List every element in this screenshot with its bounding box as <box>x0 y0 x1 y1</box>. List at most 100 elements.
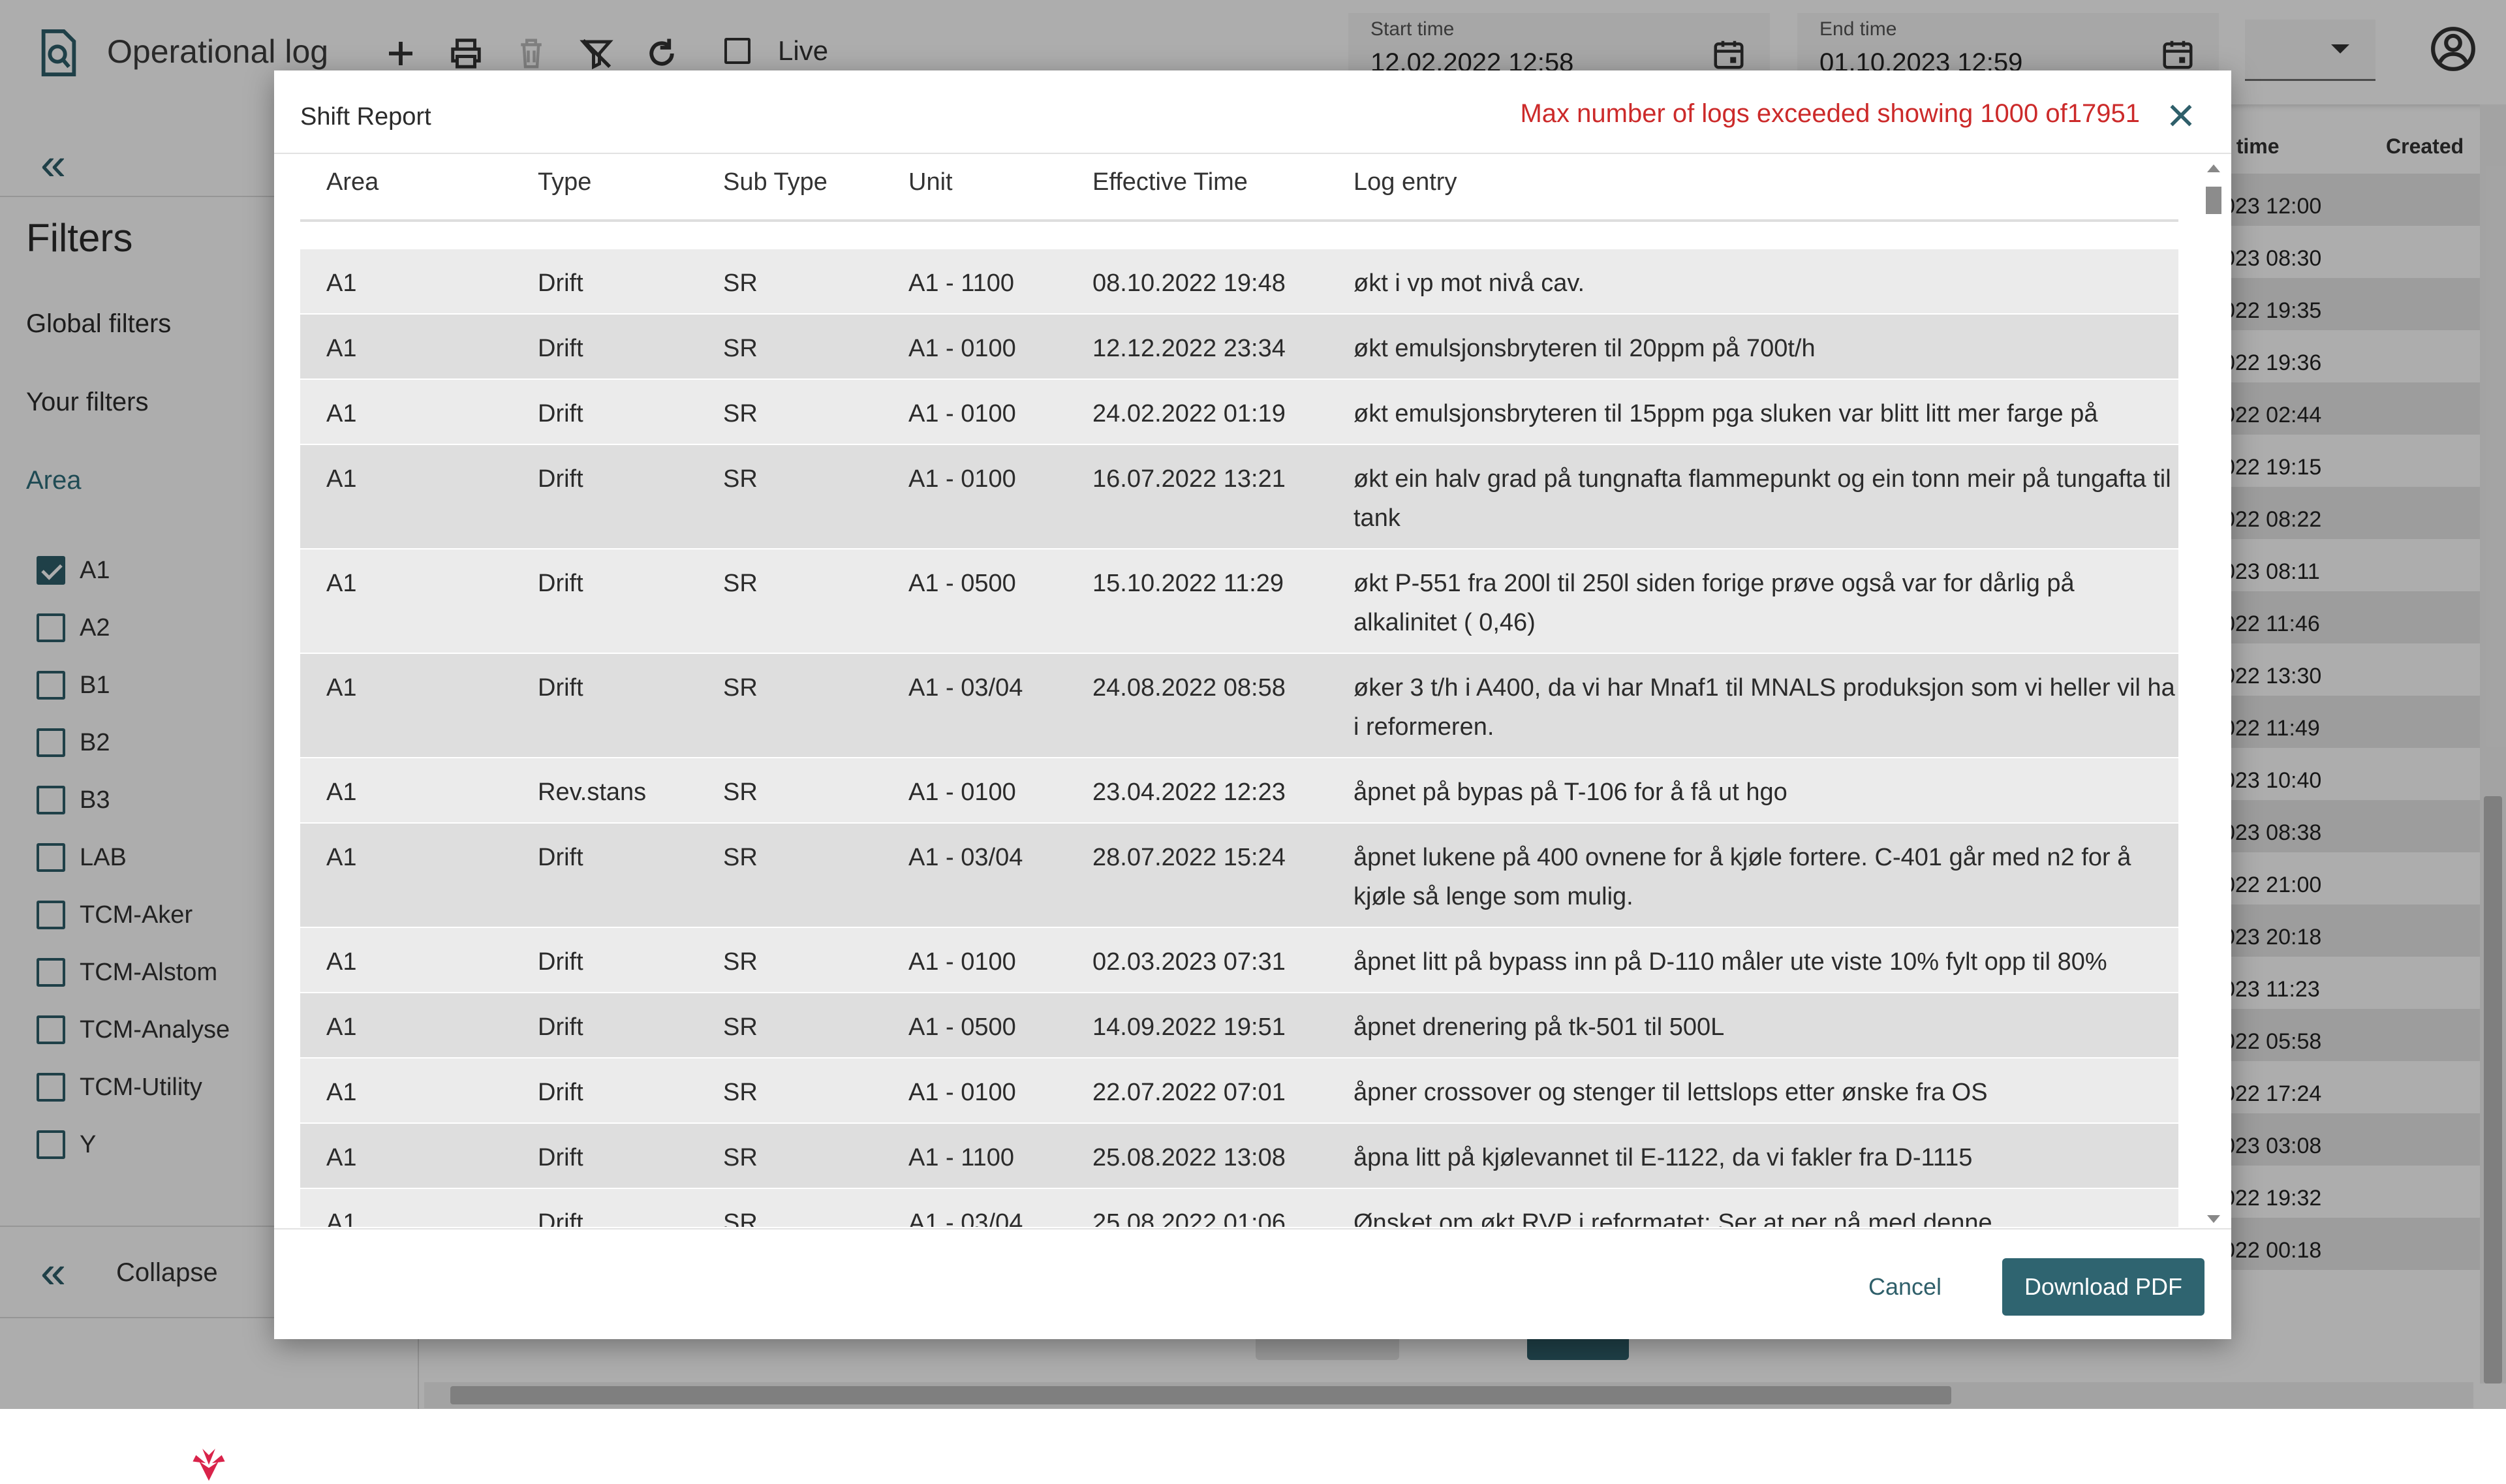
row-type-cell: Drift <box>538 1209 583 1228</box>
row-time-cell: 22.07.2022 07:01 <box>1092 1079 1286 1106</box>
table-row[interactable]: A1 Drift SR A1 - 0100 02.03.2023 07:31 åpnet … <box>300 928 2178 993</box>
row-entry-cell: åpner crossover og stenger til lettslops… <box>1354 1079 1988 1106</box>
row-unit-cell: A1 - 03/04 <box>908 1209 1023 1228</box>
row-unit-cell: A1 - 0100 <box>908 779 1016 806</box>
row-time-cell: 14.09.2022 19:51 <box>1092 1013 1286 1041</box>
close-icon[interactable] <box>2165 99 2197 132</box>
table-row[interactable]: A1 Rev.stans SR A1 - 0100 23.04.2022 12:23 åp… <box>300 758 2178 824</box>
column-header-unit: Unit <box>908 168 953 196</box>
row-area-cell: A1 <box>326 844 357 871</box>
row-time-cell: 12.12.2022 23:34 <box>1092 335 1286 362</box>
max-logs-warning: Max number of logs exceeded showing 1000… <box>1520 99 2140 128</box>
row-area-cell: A1 <box>326 465 357 493</box>
row-area-cell: A1 <box>326 400 357 427</box>
column-header-type: Type <box>538 168 592 196</box>
row-entry-cell: åpna litt på kjølevannet til E-1122, da … <box>1354 1144 1973 1171</box>
row-entry-cell: økt i vp mot nivå cav. <box>1354 270 1585 297</box>
row-subtype-cell: SR <box>723 1144 758 1171</box>
row-subtype-cell: SR <box>723 270 758 297</box>
row-unit-cell: A1 - 1100 <box>908 1144 1014 1171</box>
row-entry-cell: øker 3 t/h i A400, da vi har Mnaf1 til M… <box>1354 674 2175 741</box>
row-unit-cell: A1 - 0500 <box>908 570 1016 597</box>
dialog-title: Shift Report <box>300 103 431 131</box>
table-row[interactable]: A1 Drift SR A1 - 03/04 25.08.2022 01:06 Ønske… <box>300 1189 2178 1228</box>
row-subtype-cell: SR <box>723 1209 758 1228</box>
cancel-button[interactable]: Cancel <box>1849 1261 1960 1313</box>
column-header-effective-time: Effective Time <box>1092 168 1248 196</box>
row-time-cell: 15.10.2022 11:29 <box>1092 570 1284 597</box>
row-type-cell: Drift <box>538 1144 583 1171</box>
row-entry-cell: økt ein halv grad på tungnafta flammepun… <box>1354 465 2171 532</box>
row-time-cell: 24.08.2022 08:58 <box>1092 674 1286 702</box>
row-entry-cell: økt emulsjonsbryteren til 20ppm på 700t/… <box>1354 335 1816 362</box>
divider <box>274 153 2231 154</box>
row-area-cell: A1 <box>326 335 357 362</box>
row-entry-cell: åpnet drenering på tk-501 til 500L <box>1354 1013 1725 1041</box>
table-row[interactable]: A1 Drift SR A1 - 03/04 24.08.2022 08:58 øker … <box>300 654 2178 758</box>
row-type-cell: Drift <box>538 270 583 297</box>
row-area-cell: A1 <box>326 1079 357 1106</box>
row-time-cell: 24.02.2022 01:19 <box>1092 400 1286 427</box>
row-type-cell: Drift <box>538 948 583 976</box>
table-row[interactable]: A1 Drift SR A1 - 0100 12.12.2022 23:34 økt em… <box>300 315 2178 380</box>
row-time-cell: 23.04.2022 12:23 <box>1092 779 1286 806</box>
row-type-cell: Drift <box>538 674 583 702</box>
row-unit-cell: A1 - 0100 <box>908 400 1016 427</box>
row-time-cell: 08.10.2022 19:48 <box>1092 270 1286 297</box>
table-row[interactable]: A1 Drift SR A1 - 1100 25.08.2022 13:08 åpna l… <box>300 1124 2178 1189</box>
row-type-cell: Drift <box>538 1079 583 1106</box>
scroll-up-arrow-icon[interactable] <box>2207 164 2220 172</box>
row-area-cell: A1 <box>326 270 357 297</box>
row-type-cell: Rev.stans <box>538 779 647 806</box>
shift-report-dialog: Shift Report Max number of logs exceeded… <box>274 70 2231 1339</box>
table-row[interactable]: A1 Drift SR A1 - 0500 15.10.2022 11:29 økt P-… <box>300 549 2178 654</box>
scrollbar-thumb[interactable] <box>2206 187 2221 214</box>
row-entry-cell: åpnet litt på bypass inn på D-110 måler … <box>1354 948 2107 976</box>
table-row[interactable]: A1 Drift SR A1 - 0100 24.02.2022 01:19 økt em… <box>300 380 2178 445</box>
row-unit-cell: A1 - 0100 <box>908 948 1016 976</box>
row-unit-cell: A1 - 03/04 <box>908 674 1023 702</box>
row-type-cell: Drift <box>538 570 583 597</box>
row-time-cell: 02.03.2023 07:31 <box>1092 948 1286 976</box>
row-subtype-cell: SR <box>723 1013 758 1041</box>
row-area-cell: A1 <box>326 570 357 597</box>
table-row[interactable]: A1 Drift SR A1 - 0100 16.07.2022 13:21 økt ei… <box>300 445 2178 549</box>
row-unit-cell: A1 - 0500 <box>908 1013 1016 1041</box>
row-entry-cell: åpnet på bypas på T-106 for å få ut hgo <box>1354 779 1787 806</box>
table-row[interactable]: A1 Drift SR A1 - 03/04 28.07.2022 15:24 åpnet… <box>300 824 2178 928</box>
row-subtype-cell: SR <box>723 335 758 362</box>
row-type-cell: Drift <box>538 400 583 427</box>
download-pdf-button[interactable]: Download PDF <box>2002 1258 2204 1316</box>
row-unit-cell: A1 - 0100 <box>908 335 1016 362</box>
row-unit-cell: A1 - 0100 <box>908 1079 1016 1106</box>
row-unit-cell: A1 - 03/04 <box>908 844 1023 871</box>
row-area-cell: A1 <box>326 1013 357 1041</box>
table-row[interactable]: A1 Drift SR A1 - 1100 08.10.2022 19:48 økt i … <box>300 249 2178 315</box>
row-type-cell: Drift <box>538 1013 583 1041</box>
row-time-cell: 28.07.2022 15:24 <box>1092 844 1286 871</box>
column-header-subtype: Sub Type <box>723 168 828 196</box>
column-header-log-entry: Log entry <box>1354 168 1457 196</box>
row-unit-cell: A1 - 0100 <box>908 465 1016 493</box>
row-subtype-cell: SR <box>723 844 758 871</box>
row-subtype-cell: SR <box>723 465 758 493</box>
row-subtype-cell: SR <box>723 674 758 702</box>
row-entry-cell: Ønsket om økt RVP i reformatet: Ser at p… <box>1354 1209 1992 1228</box>
row-area-cell: A1 <box>326 674 357 702</box>
row-time-cell: 16.07.2022 13:21 <box>1092 465 1286 493</box>
row-time-cell: 25.08.2022 01:06 <box>1092 1209 1286 1228</box>
column-header-area: Area <box>326 168 379 196</box>
row-entry-cell: økt emulsjonsbryteren til 15ppm pga sluk… <box>1354 400 2098 427</box>
row-entry-cell: åpnet lukene på 400 ovnene for å kjøle f… <box>1354 844 2131 910</box>
scroll-down-arrow-icon[interactable] <box>2207 1215 2220 1223</box>
dialog-scrollbar[interactable] <box>2202 159 2225 1227</box>
table-row[interactable]: A1 Drift SR A1 - 0100 22.07.2022 07:01 åpner … <box>300 1059 2178 1124</box>
brand-logo-icon <box>193 1448 225 1481</box>
header-underline <box>300 219 2178 222</box>
row-unit-cell: A1 - 1100 <box>908 270 1014 297</box>
row-type-cell: Drift <box>538 465 583 493</box>
row-entry-cell: økt P-551 fra 200l til 250l siden forige… <box>1354 570 2075 636</box>
row-subtype-cell: SR <box>723 570 758 597</box>
table-row[interactable]: A1 Drift SR A1 - 0500 14.09.2022 19:51 åpnet … <box>300 993 2178 1059</box>
row-area-cell: A1 <box>326 1209 357 1228</box>
